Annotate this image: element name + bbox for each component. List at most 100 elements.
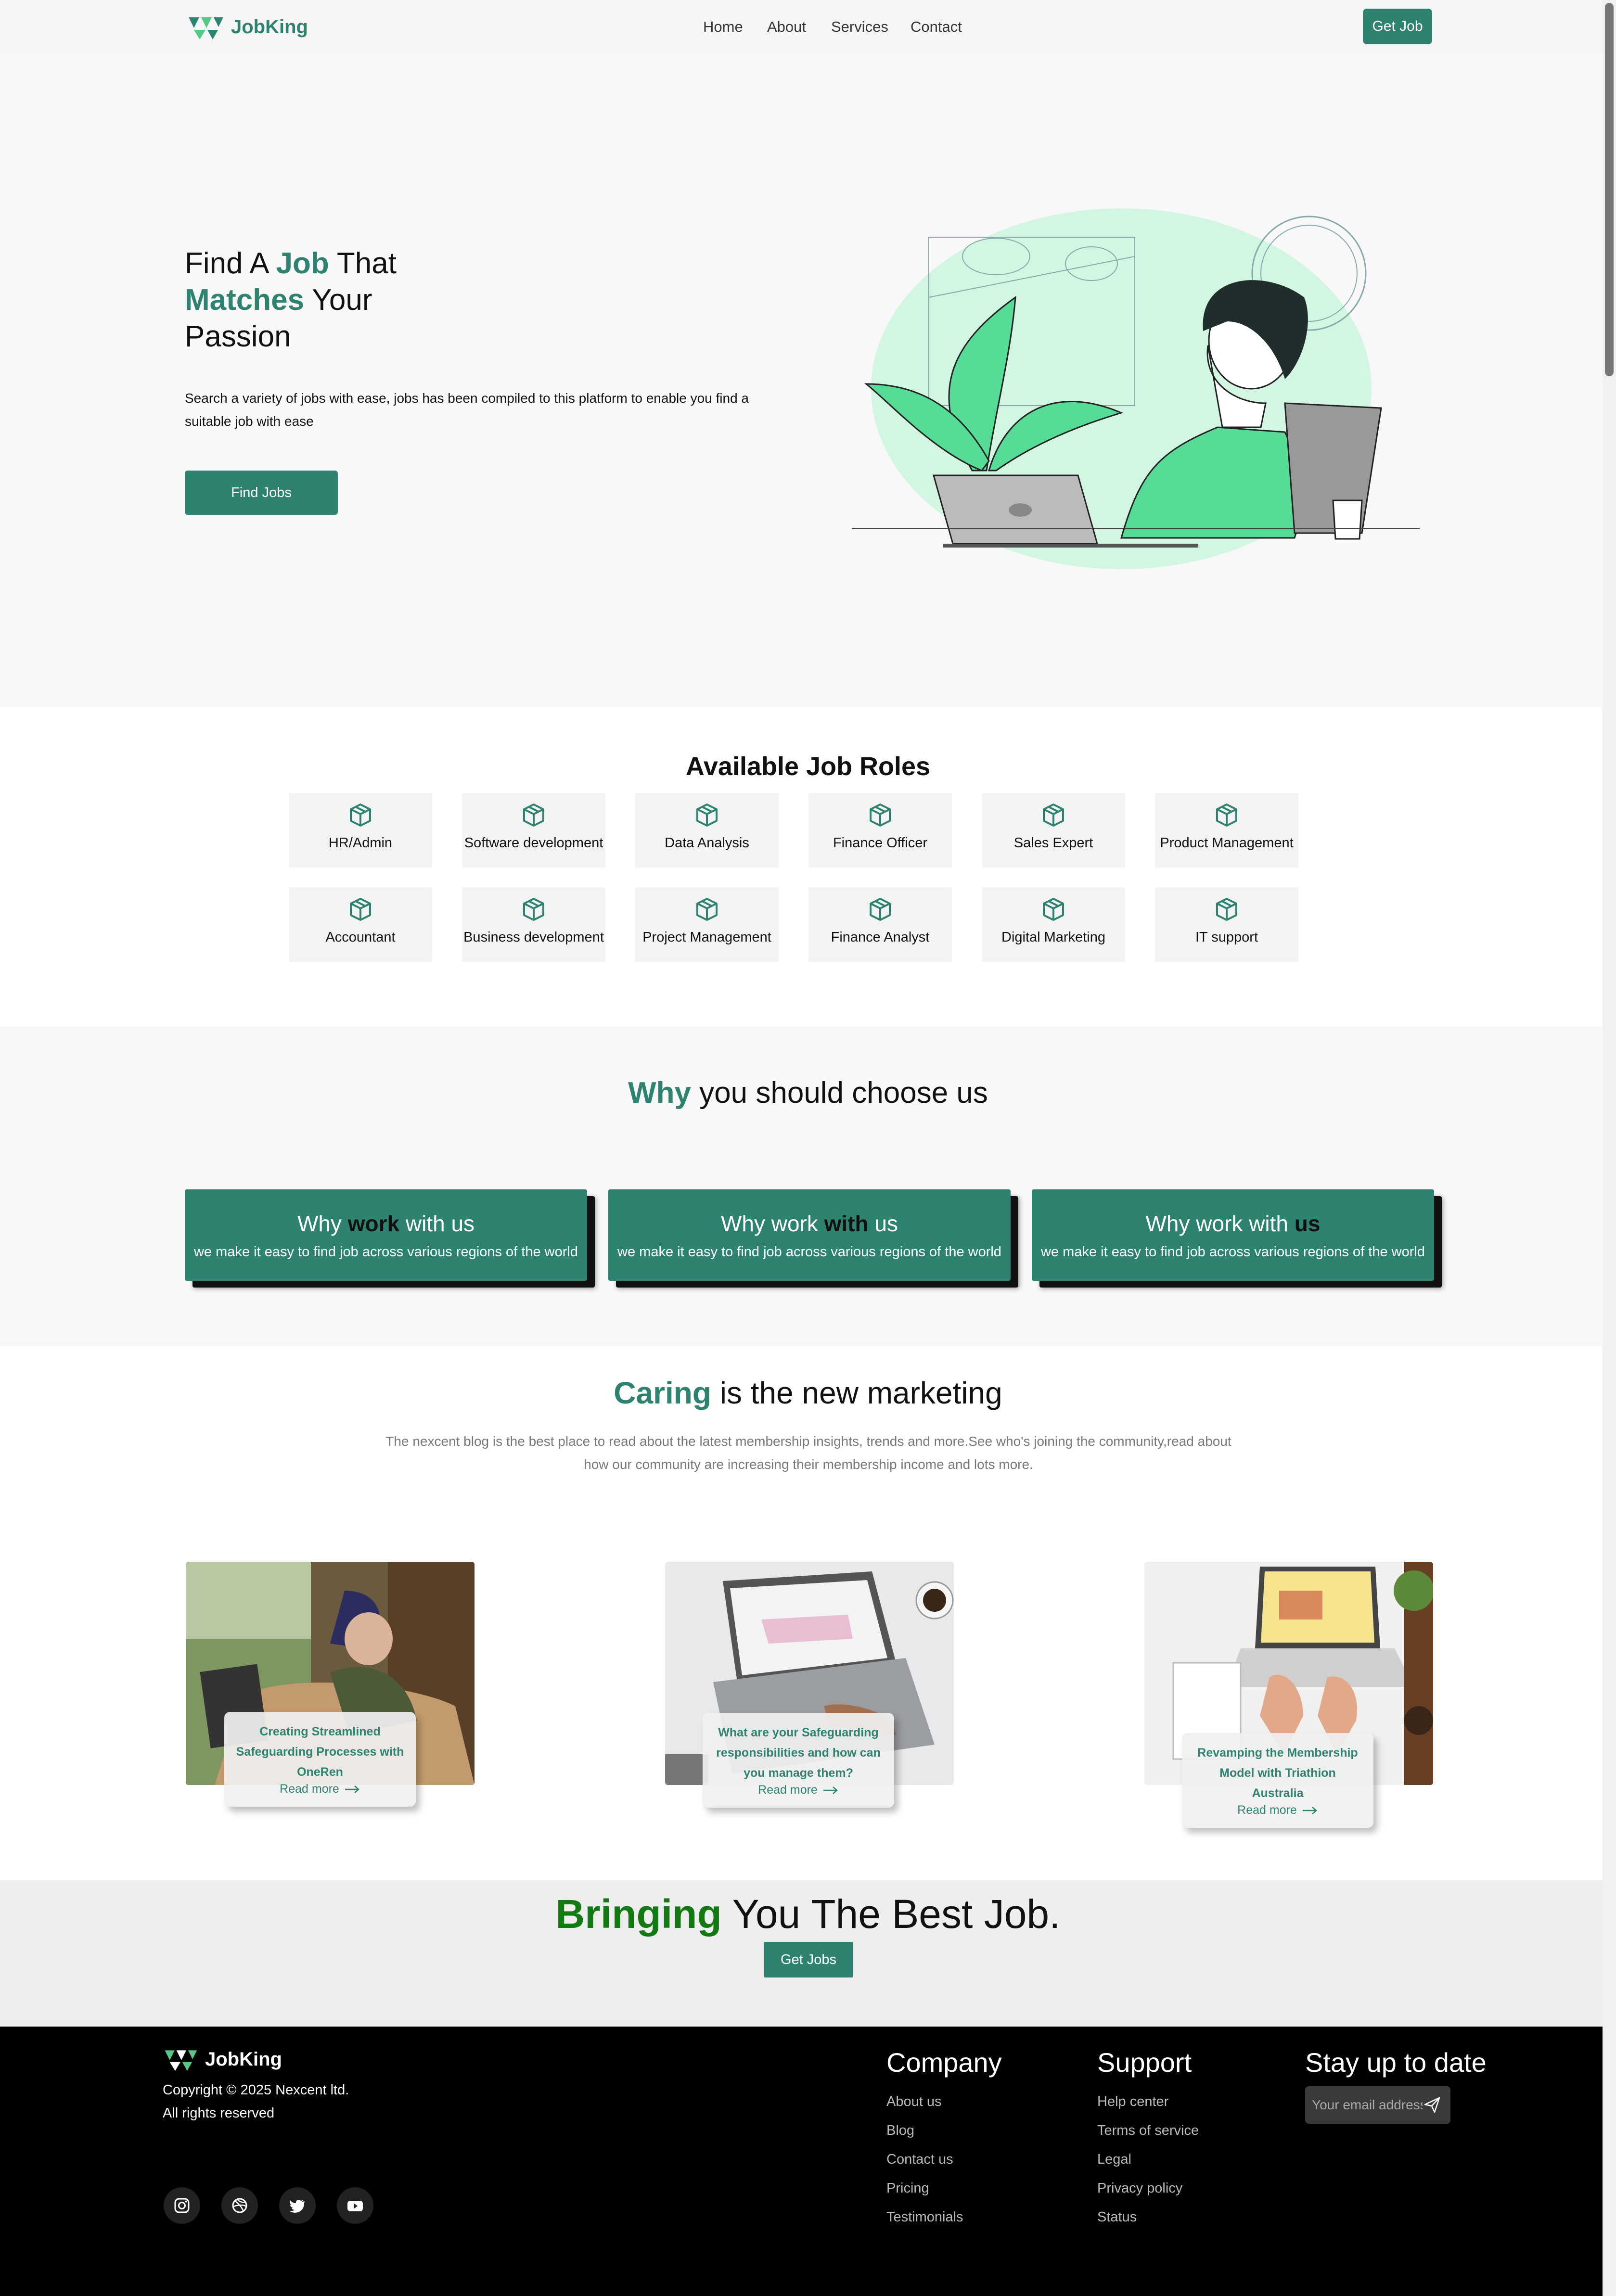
nav-link-about[interactable]: About <box>767 18 806 36</box>
cube-icon <box>523 898 544 921</box>
find-jobs-button[interactable]: Find Jobs <box>185 471 338 515</box>
cube-icon <box>870 804 891 827</box>
job-role-card[interactable]: Digital Marketing <box>982 887 1125 962</box>
email-input[interactable] <box>1312 2097 1423 2113</box>
arrow-right-icon <box>823 1786 838 1794</box>
nav-link-contact[interactable]: Contact <box>911 18 962 36</box>
why-section <box>0 1027 1603 1346</box>
job-role-card[interactable]: Data Analysis <box>635 793 779 867</box>
footer-logo[interactable]: JobKing <box>163 2047 282 2072</box>
footer-link-privacy[interactable]: Privacy policy <box>1097 2181 1182 2196</box>
footer-support-title: Support <box>1097 2047 1192 2078</box>
why-title-rest: you should choose us <box>691 1076 988 1110</box>
footer-link-status[interactable]: Status <box>1097 2209 1137 2225</box>
job-role-card[interactable]: Product Management <box>1155 793 1298 867</box>
blog-title-accent: Caring <box>614 1376 711 1410</box>
rights-text: All rights reserved <box>163 2105 275 2121</box>
hero-title-accent: Matches <box>185 283 305 317</box>
nav-link-services[interactable]: Services <box>831 18 888 36</box>
cta-title-rest: You The Best Job. <box>721 1891 1061 1937</box>
job-role-card[interactable]: Software development <box>462 793 605 867</box>
cube-icon <box>350 804 371 827</box>
why-card-title-part: Why work with <box>1145 1211 1295 1236</box>
job-role-card[interactable]: Finance Officer <box>808 793 952 867</box>
scrollbar-thumb[interactable] <box>1605 3 1614 376</box>
job-role-card[interactable]: Finance Analyst <box>808 887 952 962</box>
read-more-link[interactable]: Read more <box>758 1783 839 1797</box>
why-card-title: Why work with us <box>721 1211 898 1237</box>
instagram-icon[interactable] <box>164 2187 200 2224</box>
cube-icon <box>1216 898 1237 921</box>
footer-link-help-center[interactable]: Help center <box>1097 2094 1168 2110</box>
read-more-link[interactable]: Read more <box>280 1782 360 1796</box>
logo-icon <box>165 2050 197 2071</box>
youtube-icon[interactable] <box>337 2187 373 2224</box>
copyright-text: Copyright © 2025 Nexcent ltd. <box>163 2082 349 2098</box>
job-role-card[interactable]: IT support <box>1155 887 1298 962</box>
brand-logo[interactable]: JobKing <box>187 13 308 40</box>
twitter-icon[interactable] <box>279 2187 316 2224</box>
cta-title: Bringing You The Best Job. <box>0 1891 1616 1938</box>
newsletter-title: Stay up to date <box>1305 2047 1487 2078</box>
hero-illustration <box>852 208 1420 569</box>
job-role-card[interactable]: Project Management <box>635 887 779 962</box>
read-more-link[interactable]: Read more <box>1237 1803 1318 1817</box>
footer-link-terms[interactable]: Terms of service <box>1097 2123 1199 2139</box>
why-title: Why you should choose us <box>0 1076 1616 1110</box>
blog-card[interactable]: Creating Streamlined Safeguarding Proces… <box>224 1712 416 1807</box>
cube-icon <box>870 898 891 921</box>
footer-link-testimonials[interactable]: Testimonials <box>886 2209 963 2225</box>
job-role-label: Finance Analyst <box>831 930 930 945</box>
job-role-label: Digital Marketing <box>1001 930 1105 945</box>
footer-copyright: Copyright © 2025 Nexcent ltd. All rights… <box>163 2079 349 2125</box>
read-more-label: Read more <box>758 1783 818 1797</box>
job-role-label: Software development <box>464 835 603 851</box>
hero-title: Find A Job That Matches Your Passion <box>185 245 397 355</box>
blog-description: The nexcent blog is the best place to re… <box>385 1434 1231 1472</box>
footer-link-about-us[interactable]: About us <box>886 2094 941 2110</box>
why-card-title-part: with us <box>399 1211 475 1236</box>
cube-icon <box>696 898 718 921</box>
blog-card[interactable]: What are your Safeguarding responsibilit… <box>703 1713 894 1808</box>
logo-icon <box>189 17 223 39</box>
footer-link-legal[interactable]: Legal <box>1097 2152 1131 2168</box>
why-card-description: we make it easy to find job across vario… <box>194 1244 578 1260</box>
get-jobs-button[interactable]: Get Jobs <box>764 1942 853 1977</box>
blog-card[interactable]: Revamping the Membership Model with Tria… <box>1182 1733 1373 1828</box>
hero-title-part: Your <box>304 283 372 317</box>
read-more-label: Read more <box>1237 1803 1297 1817</box>
job-role-label: Product Management <box>1160 835 1294 851</box>
why-card-title-bold: with <box>824 1211 869 1236</box>
blog-title-rest: is the new marketing <box>711 1376 1002 1410</box>
why-card-title-part: Why <box>297 1211 348 1236</box>
dribbble-icon[interactable] <box>221 2187 258 2224</box>
why-card-title-part: Why work <box>720 1211 824 1236</box>
why-card: Why work with us we make it easy to find… <box>185 1189 587 1281</box>
why-title-accent: Why <box>628 1076 691 1110</box>
job-role-label: IT support <box>1195 930 1258 945</box>
job-role-card[interactable]: Business development <box>462 887 605 962</box>
job-role-label: Data Analysis <box>665 835 749 851</box>
hero-title-part: That <box>329 247 397 280</box>
why-card-title-bold: work <box>347 1211 400 1236</box>
footer-link-pricing[interactable]: Pricing <box>886 2181 929 2196</box>
why-card-title-bold: us <box>1294 1211 1321 1236</box>
hero-description: Search a variety of jobs with ease, jobs… <box>185 391 749 429</box>
cube-icon <box>350 898 371 921</box>
blog-card-title: What are your Safeguarding responsibilit… <box>716 1726 881 1780</box>
get-job-button[interactable]: Get Job <box>1363 9 1432 44</box>
job-role-card[interactable]: Accountant <box>289 887 432 962</box>
footer-link-contact-us[interactable]: Contact us <box>886 2152 953 2168</box>
job-role-label: Project Management <box>642 930 771 945</box>
send-icon[interactable] <box>1423 2095 1442 2115</box>
job-role-label: Business development <box>463 930 604 945</box>
footer-link-blog[interactable]: Blog <box>886 2123 914 2139</box>
job-roles-title: Available Job Roles <box>685 752 931 781</box>
cube-icon <box>696 804 718 827</box>
why-card-title: Why work with us <box>297 1211 475 1237</box>
job-role-card[interactable]: Sales Expert <box>982 793 1125 867</box>
job-role-card[interactable]: HR/Admin <box>289 793 432 867</box>
job-role-label: Accountant <box>325 930 396 945</box>
nav-link-home[interactable]: Home <box>703 18 743 36</box>
hero-title-accent: Job <box>276 247 329 280</box>
